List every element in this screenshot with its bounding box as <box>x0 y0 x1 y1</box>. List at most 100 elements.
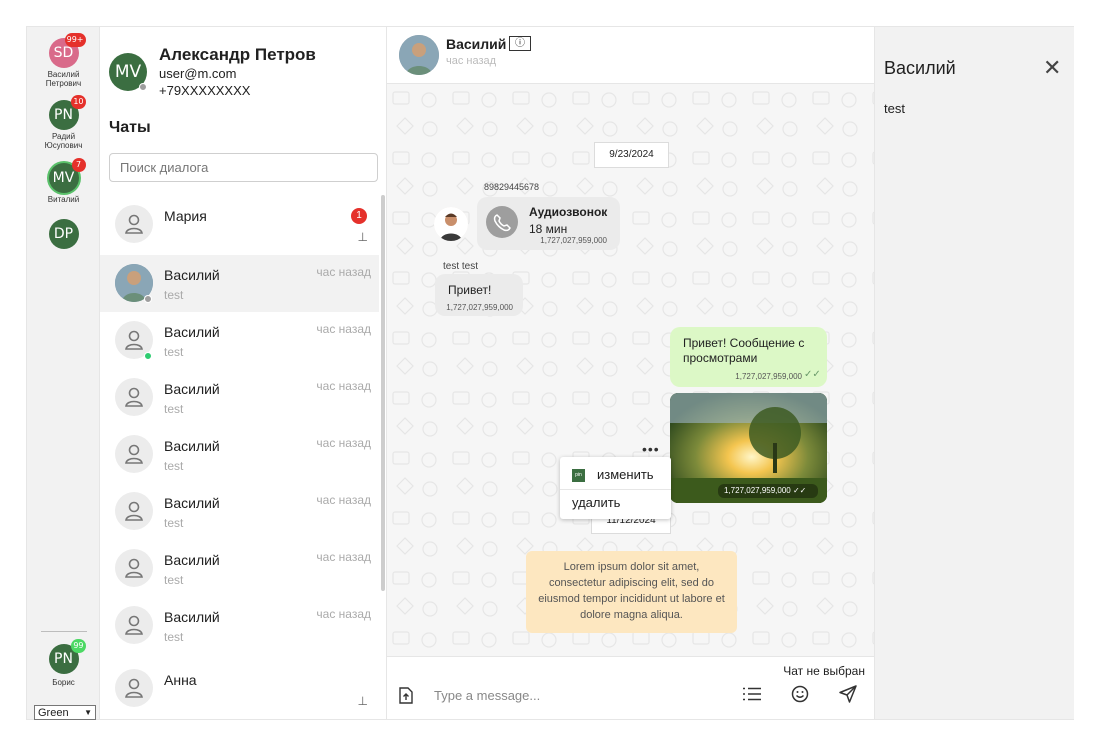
chat-name: Мария <box>164 208 207 224</box>
chat-time: час назад <box>316 607 371 621</box>
user-icon <box>125 501 143 521</box>
message-text: Привет! <box>448 283 492 297</box>
presence-dot <box>139 83 147 91</box>
chat-name: Василий <box>164 609 220 625</box>
message-input[interactable]: Type a message... <box>434 688 540 703</box>
edit-menu-item[interactable]: pin изменить <box>560 461 671 491</box>
chat-list-item[interactable]: Василий test час назад <box>100 369 379 426</box>
unread-badge: 99 <box>71 639 86 653</box>
pin-icon: ⊥ <box>357 694 368 708</box>
sender-name: test test <box>443 261 479 272</box>
message-time: 1,727,027,959,000 <box>446 303 513 312</box>
rail-contact[interactable]: PN 10 Радий Юсупович <box>27 95 100 150</box>
unread-badge: 10 <box>71 95 86 109</box>
chat-list-item[interactable]: Василий test час назад <box>100 540 379 597</box>
theme-select[interactable]: Green ▼ <box>34 705 96 720</box>
rail-contact[interactable]: PN 99 Борис <box>27 639 100 687</box>
send-icon[interactable] <box>839 685 857 708</box>
close-icon[interactable]: ✕ <box>1043 55 1061 81</box>
chat-time: час назад <box>316 436 371 450</box>
chat-name: Василий <box>164 381 220 397</box>
outgoing-message[interactable]: Привет! Сообщение с просмотрами 1,727,02… <box>670 327 827 387</box>
call-message[interactable]: Аудиозвонок 18 мин 1,727,027,959,000 <box>477 197 620 250</box>
phone-icon <box>486 206 518 238</box>
list-icon[interactable] <box>743 687 761 706</box>
chat-list-item[interactable]: Василий test час назад <box>100 597 379 654</box>
call-duration: 18 мин <box>529 222 568 236</box>
contact-info-panel: Василий ✕ test <box>874 27 1074 719</box>
date-separator: 9/23/2024 <box>594 142 669 168</box>
chat-preview: test <box>164 402 184 416</box>
chat-list-item[interactable]: Мария 1 ⊥ <box>100 196 379 253</box>
info-icon[interactable]: ⓘ <box>509 36 531 51</box>
chat-preview: test <box>164 516 184 530</box>
user-icon <box>125 678 143 698</box>
message-time: 1,727,027,959,000 <box>540 236 607 245</box>
message-text: Привет! Сообщение с просмотрами <box>683 336 805 365</box>
chat-name: Анна <box>164 672 197 688</box>
sender-avatar[interactable] <box>434 207 468 241</box>
online-dot <box>144 352 152 360</box>
avatar[interactable] <box>399 35 439 75</box>
chat-list-scrollbar[interactable] <box>381 195 385 591</box>
call-title: Аудиозвонок <box>529 205 608 219</box>
chat-name: Василий <box>164 267 220 283</box>
rail-contact-name: Виталий <box>47 195 80 204</box>
read-check-icon: ✓✓ <box>792 486 807 495</box>
emoji-icon[interactable] <box>791 685 809 708</box>
avatar: PN 10 <box>48 95 86 130</box>
chat-name: Василий <box>164 324 220 340</box>
avatar <box>115 492 153 530</box>
unread-badge: 99+ <box>64 33 86 47</box>
avatar <box>115 606 153 644</box>
profile-email: user@m.com <box>159 66 237 81</box>
user-icon <box>125 444 143 464</box>
chat-list-item[interactable]: Василий test час назад <box>100 483 379 540</box>
unread-badge: 1 <box>351 208 367 224</box>
unread-badge: 7 <box>71 158 86 172</box>
chat-preview: test <box>164 288 184 302</box>
avatar <box>115 378 153 416</box>
chat-time: час назад <box>316 493 371 507</box>
menu-label: изменить <box>597 467 654 482</box>
attach-file-icon[interactable] <box>399 687 413 709</box>
image-message[interactable]: 1,727,027,959,000 ✓✓ <box>670 393 827 503</box>
chat-name: Василий <box>164 552 220 568</box>
chat-list-item[interactable]: Василий test час назад <box>100 426 379 483</box>
user-icon <box>125 387 143 407</box>
presence-dot <box>144 295 152 303</box>
avatar <box>115 205 153 243</box>
message-time: 1,727,027,959,000 <box>724 486 791 495</box>
chat-list-item[interactable]: Анна ⊥ <box>100 660 379 717</box>
conversation-header: Василий ⓘ час назад <box>387 27 874 84</box>
delete-menu-item[interactable]: удалить <box>560 490 671 520</box>
rail-contact-name: Борис <box>52 678 75 687</box>
system-message: Lorem ipsum dolor sit amet, consectetur … <box>526 551 737 633</box>
avatar <box>115 549 153 587</box>
message-area: 9/23/2024 89829445678 Аудиозвонок 18 мин… <box>387 84 874 656</box>
chat-list-item-active[interactable]: Василий test час назад <box>100 255 379 312</box>
chat-name: Василий <box>164 495 220 511</box>
rail-contact[interactable]: DP <box>27 219 100 249</box>
incoming-message[interactable]: Привет! 1,727,027,959,000 <box>435 274 523 316</box>
read-check-icon: ✓✓ <box>804 369 821 380</box>
contact-info-text: test <box>884 101 905 116</box>
rail-contact-name: Радий Юсупович <box>44 132 83 150</box>
profile-phone: +79XXXXXXXX <box>159 83 251 98</box>
edit-icon: pin <box>572 469 585 482</box>
user-photo-icon <box>399 35 439 75</box>
more-options-icon[interactable]: ••• <box>642 441 660 457</box>
user-icon <box>125 558 143 578</box>
last-seen: час назад <box>446 55 497 67</box>
chat-list-panel: MV Александр Петров user@m.com +79XXXXXX… <box>100 27 387 719</box>
chat-preview: test <box>164 573 184 587</box>
rail-contact[interactable]: SD 99+ Василий Петрович <box>27 33 100 88</box>
composer-status: Чат не выбран <box>783 664 865 678</box>
avatar <box>115 669 153 707</box>
search-input[interactable]: Поиск диалога <box>109 153 378 182</box>
rail-contact-active[interactable]: MV 7 Виталий <box>27 158 100 204</box>
chat-list-item[interactable]: Василий test час назад <box>100 312 379 369</box>
contact-info-title: Василий <box>884 58 956 78</box>
avatar: DP <box>48 219 79 249</box>
caller-phone: 89829445678 <box>484 182 540 192</box>
